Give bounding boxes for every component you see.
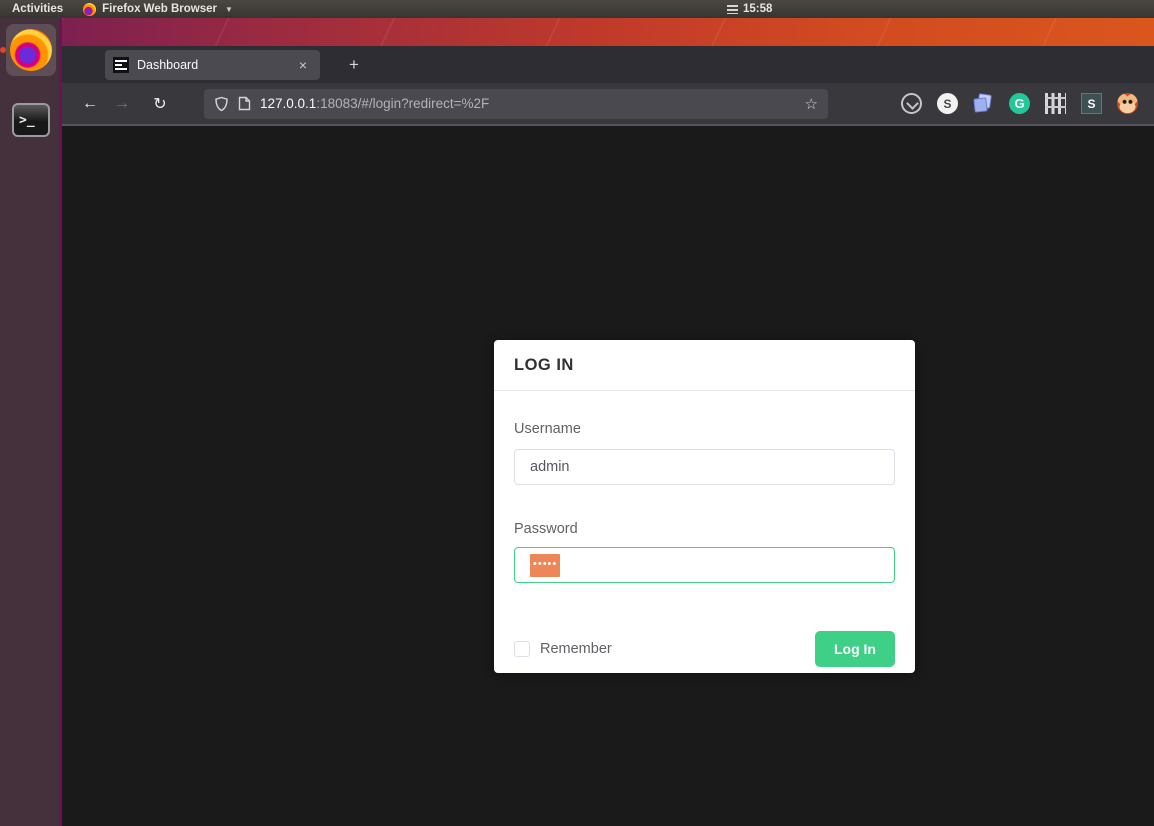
grammarly-extension-icon[interactable]: G — [1009, 93, 1030, 114]
url-bar[interactable]: 127.0.0.1:18083/#/login?redirect=%2F ☆ — [204, 88, 828, 119]
firefox-icon — [10, 29, 52, 71]
ubuntu-dock: >_ — [0, 18, 62, 826]
activities-button[interactable]: Activities — [0, 0, 75, 18]
tab-title: Dashboard — [137, 58, 199, 72]
chevron-down-icon: ▼ — [224, 4, 233, 14]
password-input[interactable]: ••••• — [514, 547, 895, 583]
stylus-extension-icon[interactable]: S — [1081, 93, 1102, 114]
back-button[interactable]: ← — [74, 89, 106, 119]
remember-checkbox[interactable] — [514, 641, 530, 657]
username-input[interactable] — [514, 449, 895, 485]
username-label: Username — [514, 421, 581, 437]
monkey-extension-icon[interactable] — [1117, 93, 1138, 114]
s-badge-extension-icon[interactable]: S — [937, 93, 958, 114]
forward-button[interactable]: → — [106, 89, 138, 119]
reload-button[interactable]: ↻ — [144, 89, 176, 119]
login-footer: Remember Log In — [514, 631, 895, 667]
notes-extension-icon[interactable] — [973, 93, 994, 114]
remember-label[interactable]: Remember — [540, 641, 612, 657]
fence-extension-icon[interactable] — [1045, 93, 1066, 114]
terminal-icon: >_ — [12, 103, 50, 137]
pocket-extension-icon[interactable] — [901, 93, 922, 114]
login-button[interactable]: Log In — [815, 631, 895, 667]
tab-close-icon[interactable]: × — [294, 57, 312, 73]
new-tab-button[interactable]: + — [340, 51, 368, 79]
login-card-body: Username Password ••••• Remember Log In — [494, 391, 915, 667]
gnome-top-bar: Activities Firefox Web Browser ▼ 15:58 — [0, 0, 1154, 18]
password-masked-selection: ••••• — [530, 553, 561, 577]
extension-toolbar: S G S — [901, 93, 1138, 114]
firefox-window: Dashboard × + ← → ↻ 127.0.0.1:18083/#/lo… — [62, 46, 1154, 826]
firefox-mini-icon — [83, 2, 97, 16]
login-title: LOG IN — [514, 355, 574, 374]
clock-time: 15:58 — [743, 3, 773, 15]
dashboard-favicon — [113, 57, 129, 73]
app-menu-label: Firefox Web Browser — [102, 3, 217, 15]
url-host: 127.0.0.1 — [260, 96, 317, 111]
tab-dashboard[interactable]: Dashboard × — [105, 50, 320, 80]
login-card-header: LOG IN — [494, 340, 915, 391]
page-info-icon[interactable] — [238, 96, 251, 111]
url-path: :18083/#/login?redirect=%2F — [316, 96, 490, 111]
clock-menu[interactable]: 15:58 — [727, 0, 772, 18]
running-indicator-dot — [0, 47, 6, 53]
password-label: Password — [514, 521, 578, 537]
dock-item-terminal[interactable]: >_ — [6, 94, 56, 146]
bookmark-star-icon[interactable]: ☆ — [805, 95, 818, 113]
url-text[interactable]: 127.0.0.1:18083/#/login?redirect=%2F — [260, 96, 796, 111]
dock-item-firefox[interactable] — [0, 24, 56, 76]
navigation-toolbar: ← → ↻ 127.0.0.1:18083/#/login?redirect=%… — [62, 83, 1154, 126]
shield-icon[interactable] — [214, 96, 229, 112]
tab-bar: Dashboard × + — [62, 46, 1154, 83]
desktop-wallpaper — [62, 18, 1154, 46]
page-content: LOG IN Username Password ••••• Remember … — [62, 128, 1154, 826]
weekday-icon — [727, 4, 738, 14]
app-menu-button[interactable]: Firefox Web Browser ▼ — [75, 0, 241, 18]
login-card: LOG IN Username Password ••••• Remember … — [494, 340, 915, 673]
desktop: >_ Activities Firefox Web Browser ▼ 15:5… — [0, 0, 1154, 826]
